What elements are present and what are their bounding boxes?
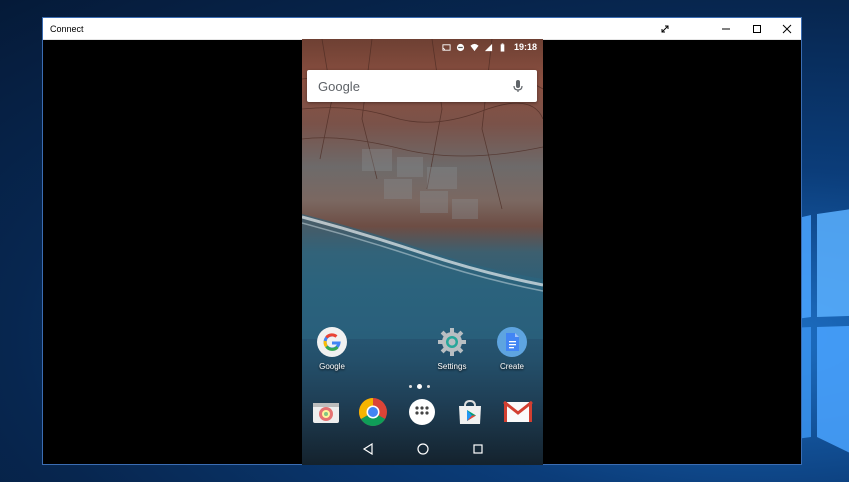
fullscreen-button[interactable] — [650, 18, 680, 39]
google-app-label: Google — [319, 362, 345, 371]
cast-icon — [442, 43, 451, 51]
settings-app[interactable]: Settings — [430, 327, 474, 371]
create-app[interactable]: Create — [490, 327, 534, 371]
window-title: Connect — [50, 23, 84, 34]
battery-icon — [500, 42, 505, 52]
minimize-icon — [722, 28, 730, 29]
play-store-icon[interactable] — [455, 397, 485, 427]
do-not-disturb-icon — [456, 43, 465, 51]
page-dot-active — [417, 384, 422, 389]
home-icon[interactable] — [416, 443, 429, 455]
expand-icon — [661, 25, 669, 32]
dock — [302, 397, 543, 427]
camera-icon[interactable] — [311, 397, 341, 427]
google-icon — [317, 327, 347, 357]
close-button[interactable] — [772, 18, 802, 39]
back-icon[interactable] — [362, 443, 374, 455]
gmail-icon[interactable] — [503, 397, 533, 427]
page-indicator — [409, 384, 430, 389]
google-search-bar[interactable]: Google — [307, 70, 537, 102]
recents-icon[interactable] — [472, 443, 484, 455]
navigation-bar — [302, 433, 543, 465]
create-app-label: Create — [499, 362, 524, 371]
close-icon — [782, 24, 792, 33]
page-dot — [427, 385, 430, 388]
minimize-button[interactable] — [711, 18, 741, 39]
wifi-icon — [470, 43, 479, 51]
maximize-icon — [753, 24, 761, 33]
maximize-button[interactable] — [742, 18, 772, 39]
docs-icon — [497, 327, 527, 357]
page-dot — [409, 385, 412, 388]
phone-screen[interactable]: 19:18 Google Google Settings Create — [302, 39, 543, 465]
status-bar: 19:18 — [302, 39, 543, 55]
google-app[interactable]: Google — [310, 327, 354, 371]
connect-window: Connect 19:18 Google Google Settings Cre… — [42, 17, 802, 465]
app-drawer-icon[interactable] — [407, 397, 437, 427]
settings-icon — [437, 327, 467, 357]
chrome-icon[interactable] — [358, 397, 388, 427]
settings-app-label: Settings — [437, 362, 467, 371]
microphone-icon[interactable] — [511, 79, 525, 93]
signal-icon — [484, 43, 493, 51]
search-label: Google — [318, 78, 360, 94]
title-bar[interactable]: Connect — [43, 18, 801, 40]
status-time: 19:18 — [513, 42, 537, 52]
